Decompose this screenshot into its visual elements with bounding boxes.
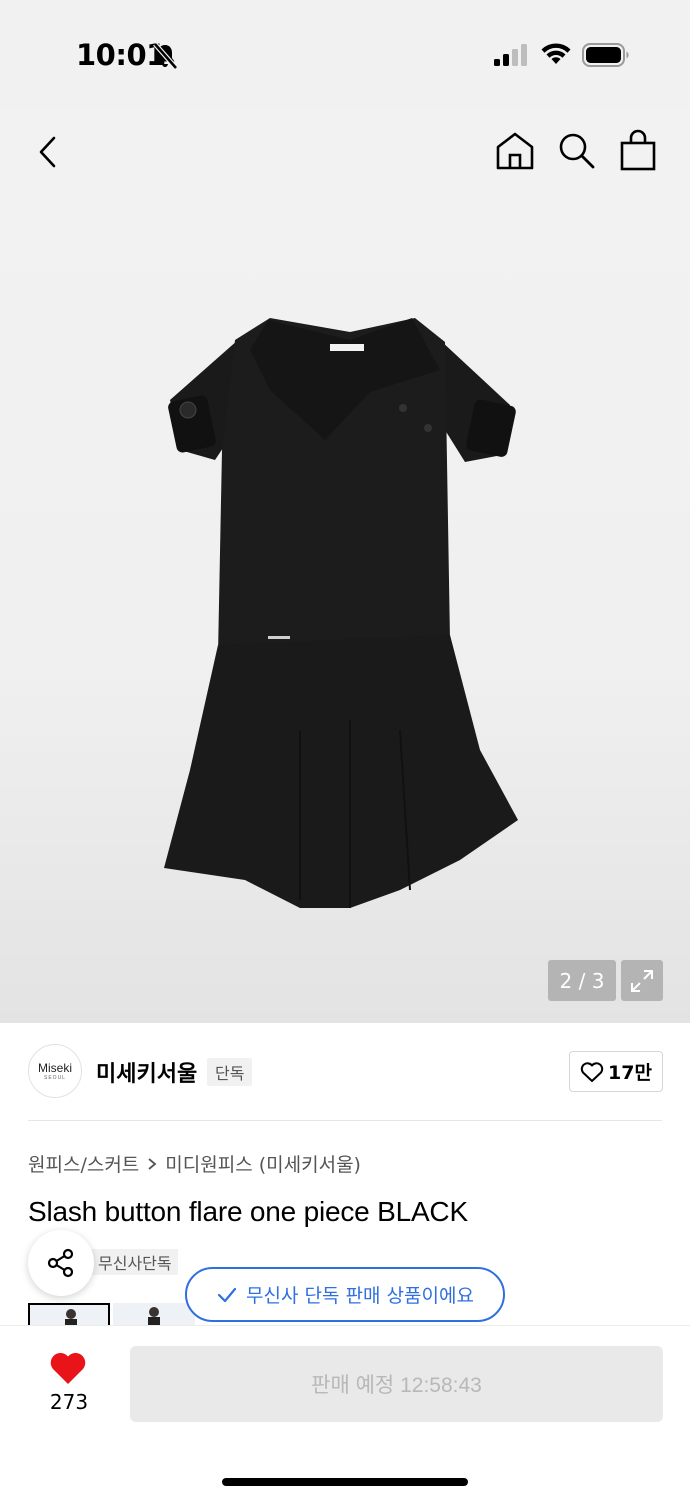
exclusive-toast: 무신사 단독 판매 상품이에요 bbox=[185, 1267, 505, 1322]
page-indicator: 2 / 3 bbox=[548, 960, 616, 1001]
brand-logo[interactable]: Miseki SEOUL bbox=[28, 1044, 82, 1098]
home-indicator[interactable] bbox=[222, 1478, 468, 1486]
thumbnail-model-image bbox=[65, 1309, 77, 1325]
shopping-bag-icon[interactable] bbox=[618, 128, 658, 172]
expand-icon bbox=[631, 969, 653, 992]
expand-button[interactable] bbox=[621, 960, 663, 1001]
heart-filled-icon[interactable] bbox=[48, 1350, 88, 1386]
heart-outline-icon bbox=[580, 1061, 604, 1082]
brand-logo-subtext: SEOUL bbox=[44, 1075, 66, 1081]
thumbnail-1[interactable] bbox=[28, 1303, 110, 1325]
share-button[interactable] bbox=[28, 1230, 94, 1296]
divider bbox=[28, 1120, 662, 1121]
back-icon[interactable] bbox=[32, 132, 68, 172]
check-icon bbox=[217, 1287, 237, 1302]
breadcrumb-category[interactable]: 원피스/스커트 bbox=[28, 1150, 139, 1177]
bottom-action-bar: 273 판매 예정 12:58:43 bbox=[0, 1325, 690, 1500]
product-image-gallery[interactable]: 2 / 3 bbox=[0, 110, 690, 1023]
brand-name[interactable]: 미세키서울 bbox=[96, 1056, 197, 1088]
wish-count: 273 bbox=[49, 1390, 89, 1414]
musinsa-exclusive-tag: 무신사단독 bbox=[92, 1249, 178, 1275]
breadcrumb-subcategory[interactable]: 미디원피스 (미세키서울) bbox=[165, 1150, 361, 1177]
status-bar: 10:01 bbox=[0, 0, 690, 110]
cellular-signal-icon bbox=[494, 44, 527, 66]
product-title: Slash button flare one piece BLACK bbox=[28, 1196, 468, 1227]
bell-muted-icon bbox=[153, 42, 178, 70]
share-icon bbox=[47, 1248, 74, 1278]
breadcrumb: 원피스/스커트 미디원피스 (미세키서울) bbox=[28, 1150, 361, 1177]
brand-like-count: 17만 bbox=[608, 1062, 652, 1084]
toast-message: 무신사 단독 판매 상품이에요 bbox=[246, 1285, 474, 1307]
thumbnail-2[interactable] bbox=[113, 1303, 195, 1325]
brand-like-button[interactable]: 17만 bbox=[569, 1051, 663, 1092]
product-image-dress bbox=[164, 318, 518, 908]
battery-icon bbox=[582, 43, 629, 67]
home-icon[interactable] bbox=[494, 130, 536, 172]
chevron-right-icon bbox=[148, 1157, 157, 1170]
buy-button-disabled[interactable]: 판매 예정 12:58:43 bbox=[130, 1346, 663, 1422]
thumbnail-model-image bbox=[148, 1307, 160, 1325]
search-icon[interactable] bbox=[556, 130, 596, 170]
brand-logo-text: Miseki bbox=[37, 1061, 72, 1075]
wifi-icon bbox=[541, 43, 571, 64]
brand-exclusive-tag: 단독 bbox=[207, 1058, 253, 1086]
